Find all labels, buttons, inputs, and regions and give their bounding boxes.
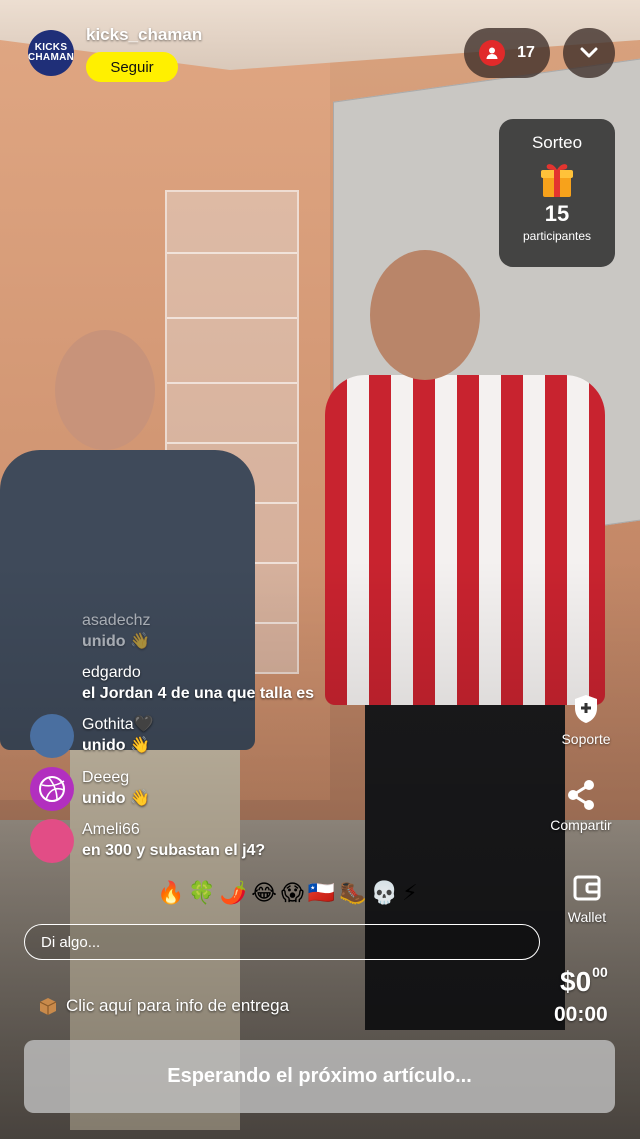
wallet-button[interactable]: Wallet [542,873,632,925]
giveaway-count: 15 [544,201,570,226]
wallet-icon [573,875,601,901]
chat-message: Gothita🖤 unido 👋 [30,714,154,758]
emoji-reaction[interactable]: 🔥 [157,880,184,906]
emoji-reaction[interactable]: 😱 [281,880,304,906]
current-price: $000 [560,964,608,998]
delivery-info-text: Clic aquí para info de entrega [66,996,290,1015]
share-label: Compartir [550,817,612,833]
chat-username: Deeeg [82,769,130,786]
giveaway-label: participantes [522,229,592,243]
chat-avatar [30,662,74,706]
avatar-logo-text: KICKS CHAMAN [28,42,74,63]
emoji-reaction[interactable]: 😂 [251,880,277,906]
collapse-button[interactable] [563,28,615,78]
chat-text: en 300 y subastan el j4? [82,842,266,859]
chat-text: el Jordan 4 de una que talla es [82,685,315,702]
emoji-reaction-bar: 🔥 🍀 🌶️ 😂 😱 🇨🇱 🥾 💀 ⚡ [157,880,418,906]
auction-timer: 00:00 [554,1003,608,1026]
package-icon [39,998,57,1015]
emoji-reaction[interactable]: 🌶️ [220,880,247,906]
viewer-count: 17 [517,44,535,61]
streamer-avatar[interactable]: KICKS CHAMAN [28,30,74,76]
chat-username: Gothita🖤 [82,716,154,733]
gift-icon [537,159,577,199]
support-button[interactable]: Soporte [541,693,631,747]
price-main: $0 [560,966,592,997]
share-icon [568,780,594,810]
chat-username: Ameli66 [82,821,140,838]
chat-message: edgardo el Jordan 4 de una que talla es [30,662,314,706]
chat-message: asadechz unido 👋 [30,610,151,654]
waiting-next-item-banner: Esperando el próximo artículo... [24,1040,615,1113]
chat-avatar [30,714,74,758]
chat-username: asadechz [82,612,151,629]
streamer-username[interactable]: kicks_chaman [86,25,202,45]
emoji-reaction[interactable]: ⚡ [402,880,417,906]
dribbble-icon [39,776,65,802]
shield-icon [575,695,597,723]
price-cents: 00 [592,964,608,980]
chat-avatar [30,610,74,654]
chat-avatar [30,819,74,863]
chat-username: edgardo [82,664,141,681]
share-button[interactable]: Compartir [536,779,626,833]
chat-message: Ameli66 en 300 y subastan el j4? [30,819,265,863]
support-label: Soporte [561,731,611,747]
viewer-count-button[interactable]: 17 [464,28,550,78]
chat-message: Deeeg unido 👋 [30,767,150,811]
emoji-reaction[interactable]: 💀 [371,880,398,906]
chat-avatar [30,767,74,811]
follow-button[interactable]: Seguir [86,52,178,82]
giveaway-title: Sorteo [531,133,583,152]
emoji-reaction[interactable]: 🥾 [339,880,366,906]
delivery-info-link[interactable]: Clic aquí para info de entrega [38,996,289,1016]
chat-text: unido 👋 [82,633,150,650]
emoji-reaction[interactable]: 🇨🇱 [308,880,335,906]
giveaway-card[interactable]: Sorteo 15 participantes [499,119,615,267]
chat-input[interactable]: Di algo... [24,924,540,960]
chat-text: unido 👋 [82,790,150,807]
chat-text: unido 👋 [82,737,150,754]
wallet-label: Wallet [567,909,607,925]
user-icon [479,40,506,66]
live-stream-view: KICKS CHAMAN kicks_chaman Seguir 17 Sort… [0,0,640,1139]
emoji-reaction[interactable]: 🍀 [188,880,215,906]
chevron-down-icon [580,47,598,58]
chat-input-placeholder: Di algo... [41,933,101,951]
